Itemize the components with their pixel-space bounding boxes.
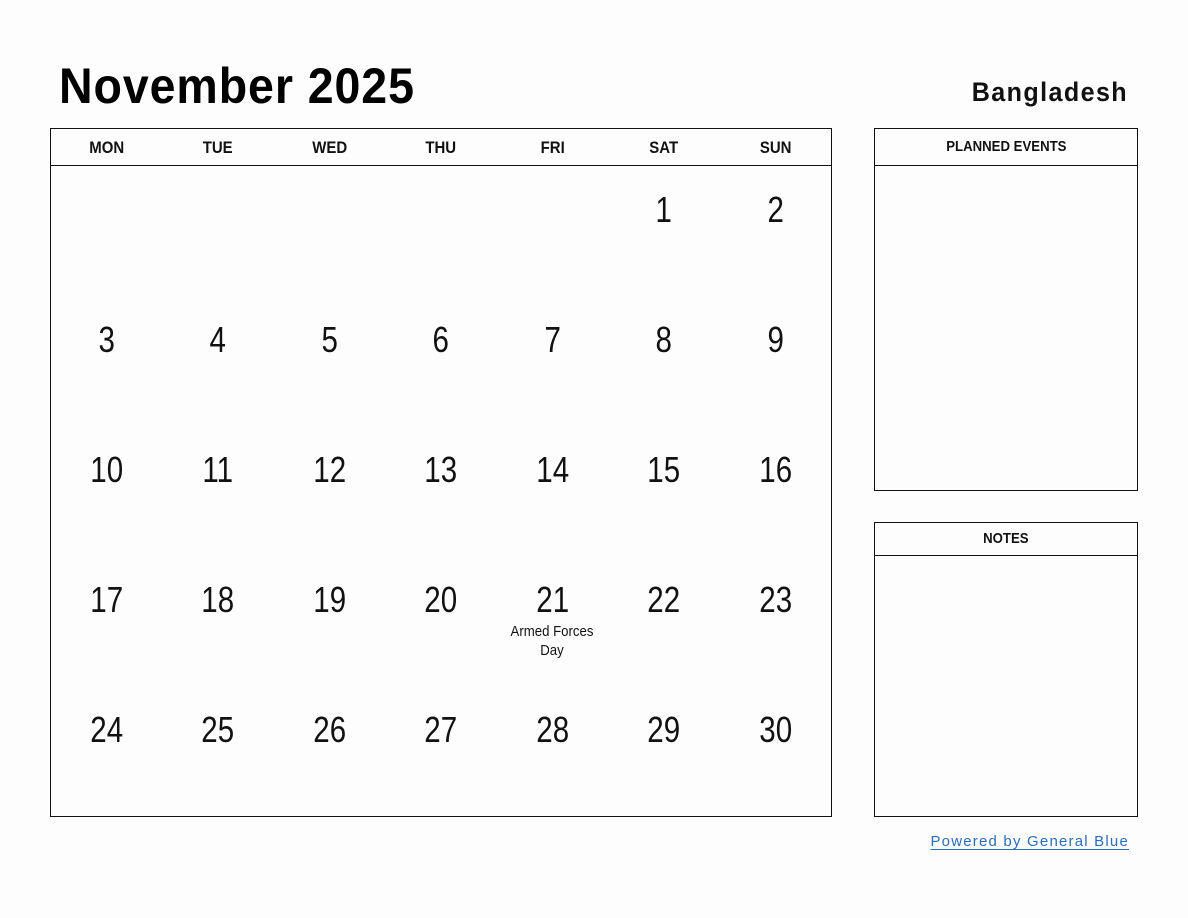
week-row: 12 [51,166,831,296]
day-cell[interactable]: 19 [274,556,385,686]
weekday-thu: THU [425,138,457,157]
planned-events-header: PLANNED EVENTS [875,129,1137,166]
day-cell[interactable]: 22 [608,556,719,686]
week-row: 17 18 19 20 21 Armed Forces Day 22 23 [51,556,831,686]
day-cell[interactable]: 20 [385,556,496,686]
week-row: 10 11 12 13 14 15 16 [51,426,831,556]
day-cell[interactable]: 1 [608,166,719,296]
day-number: 19 [313,579,346,620]
day-cell[interactable]: 6 [385,296,496,426]
notes-area[interactable] [875,556,1137,816]
empty-day-cell [274,166,385,296]
weekday-wed: WED [312,138,348,157]
day-number: 20 [424,579,458,620]
day-number: 11 [202,449,234,490]
day-number: 1 [655,189,673,230]
day-cell[interactable]: 11 [162,426,273,556]
day-cell[interactable]: 25 [162,686,273,816]
day-cell[interactable]: 27 [385,686,496,816]
day-number: 21 [535,579,569,620]
empty-day-cell [51,166,162,296]
weekday-fri: FRI [540,138,565,157]
day-number: 10 [90,449,124,490]
day-cell[interactable]: 8 [608,296,719,426]
country-label: Bangladesh [971,77,1128,107]
calendar-page: November 2025 Bangladesh MON TUE WED THU… [0,0,1188,918]
day-number: 12 [313,449,346,490]
day-number: 15 [647,449,681,490]
notes-title: NOTES [983,530,1029,547]
weekday-sun: SUN [759,138,792,157]
week-row: 24 25 26 27 28 29 30 [51,686,831,816]
day-number: 22 [647,579,681,620]
day-cell[interactable]: 28 [497,686,608,816]
day-number: 29 [647,709,681,750]
page-title: November 2025 [59,58,415,114]
weekday-header-row: MON TUE WED THU FRI SAT SUN [51,129,831,166]
day-number: 30 [758,709,792,750]
day-cell[interactable]: 4 [162,296,273,426]
day-cell[interactable]: 15 [608,426,719,556]
planned-events-panel: PLANNED EVENTS [874,128,1138,491]
day-number: 28 [535,709,569,750]
day-cell[interactable]: 18 [162,556,273,686]
weekday-tue: TUE [203,138,234,157]
day-number: 7 [544,319,561,360]
day-cell[interactable]: 13 [385,426,496,556]
day-cell[interactable]: 9 [720,296,831,426]
day-cell[interactable]: 23 [720,556,831,686]
weekday-mon: MON [89,138,125,157]
notes-header: NOTES [875,523,1137,556]
weekday-sat: SAT [649,138,679,157]
day-cell[interactable]: 14 [497,426,608,556]
day-cell[interactable]: 21 Armed Forces Day [497,556,608,686]
day-cell[interactable]: 17 [51,556,162,686]
day-number: 17 [90,579,124,620]
powered-by-link[interactable]: Powered by General Blue [930,832,1129,852]
day-number: 26 [313,709,346,750]
day-number: 9 [767,319,784,360]
day-number: 24 [90,709,124,750]
day-number: 3 [98,319,115,360]
empty-day-cell [162,166,273,296]
day-cell[interactable]: 30 [720,686,831,816]
day-cell[interactable]: 10 [51,426,162,556]
day-cell[interactable]: 26 [274,686,385,816]
day-number: 6 [432,319,450,360]
day-cell[interactable]: 5 [274,296,385,426]
day-number: 16 [758,449,792,490]
day-number: 18 [201,579,235,620]
day-number: 25 [201,709,235,750]
day-number: 27 [424,709,458,750]
planned-events-area[interactable] [875,166,1137,490]
week-row: 3 4 5 6 7 8 9 [51,296,831,426]
day-cell[interactable]: 12 [274,426,385,556]
empty-day-cell [385,166,496,296]
month-calendar-grid: MON TUE WED THU FRI SAT SUN 1 2 3 4 5 6 7 8 9 10 1… [50,128,832,817]
planned-events-title: PLANNED EVENTS [945,138,1067,155]
day-number: 5 [321,319,338,360]
day-cell[interactable]: 29 [608,686,719,816]
holiday-label: Armed Forces Day [510,623,594,659]
day-number: 8 [655,319,673,360]
day-number: 23 [758,579,792,620]
day-cell[interactable]: 2 [720,166,831,296]
day-number: 4 [209,319,227,360]
day-cell[interactable]: 16 [720,426,831,556]
notes-panel: NOTES [874,522,1138,817]
day-number: 13 [424,449,458,490]
day-number: 14 [535,449,569,490]
day-cell[interactable]: 24 [51,686,162,816]
empty-day-cell [497,166,608,296]
day-cell[interactable]: 7 [497,296,608,426]
day-cell[interactable]: 3 [51,296,162,426]
weeks-container: 1 2 3 4 5 6 7 8 9 10 11 12 13 14 15 16 17 18 19 20 21 Armed F… [51,166,831,816]
day-number: 2 [767,189,784,230]
